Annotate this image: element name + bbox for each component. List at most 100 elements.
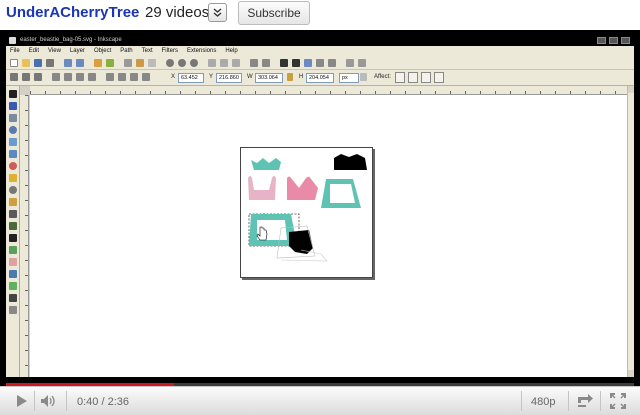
- text-font-icon: [292, 59, 300, 67]
- horizontal-ruler: [30, 86, 627, 95]
- xml-editor-icon: [304, 59, 312, 67]
- play-button[interactable]: [10, 391, 32, 411]
- video-frame[interactable]: easter_beastie_bag-05.svg - Inkscape Fil…: [6, 35, 634, 377]
- document-page: [240, 147, 373, 278]
- new-document-icon: [10, 59, 18, 67]
- popout-arrows-icon: [578, 394, 593, 407]
- controls-divider: [34, 391, 35, 411]
- raise-icon: [118, 73, 126, 81]
- unit-select: px: [339, 73, 359, 83]
- calligraphy-tool-icon: [9, 222, 17, 230]
- quality-button[interactable]: 480p: [531, 396, 555, 408]
- inkscape-app-icon: [9, 37, 16, 44]
- subscribe-button[interactable]: Subscribe: [238, 1, 310, 25]
- affect-label: Affect:: [374, 74, 391, 80]
- print-icon: [46, 59, 54, 67]
- player-controls: 0:40 / 2:36 480p: [0, 386, 640, 415]
- menu-edit: Edit: [28, 48, 40, 54]
- document-properties-icon: [358, 59, 366, 67]
- scroll-down-icon: [628, 370, 634, 377]
- lock-ratio-icon: [287, 73, 293, 81]
- teal-bag-outline-shape: [321, 179, 361, 208]
- controls-divider: [521, 391, 522, 411]
- pen-tool-icon: [9, 210, 17, 218]
- speaker-icon: [41, 395, 55, 407]
- paint-bucket-tool-icon: [9, 270, 17, 278]
- duration: 2:36: [107, 396, 130, 408]
- black-crown-shape: [334, 154, 367, 170]
- flip-horizontal-icon: [76, 73, 84, 81]
- save-icon: [34, 59, 42, 67]
- light-pink-bag-shape: [248, 176, 276, 200]
- rotate-cw-icon: [64, 73, 72, 81]
- menu-view: View: [48, 48, 61, 54]
- channel-name-link[interactable]: UnderACherryTree: [6, 4, 139, 21]
- menu-filters: Filters: [161, 48, 178, 54]
- x-field: 63.452: [178, 73, 204, 83]
- maximize-icon: [609, 37, 618, 44]
- node-tool-icon: [9, 102, 17, 110]
- fullscreen-icon: [610, 393, 626, 409]
- zoom-selection-icon: [166, 59, 174, 67]
- y-label: Y: [209, 74, 214, 80]
- group-icon: [250, 59, 258, 67]
- unit-dropdown-icon: [360, 73, 367, 81]
- ungroup-icon: [262, 59, 270, 67]
- inkscape-titlebar: easter_beastie_bag-05.svg - Inkscape: [6, 35, 634, 46]
- rotate-ccw-icon: [52, 73, 60, 81]
- h-label: H: [299, 74, 304, 80]
- text-tool-icon: [9, 234, 17, 242]
- gradient-tool-icon: [9, 282, 17, 290]
- duplicate-icon: [208, 59, 216, 67]
- align-distribute-icon: [316, 59, 324, 67]
- volume-button[interactable]: [38, 391, 60, 411]
- preferences-icon: [346, 59, 354, 67]
- transform-icon: [328, 59, 336, 67]
- x-label: X: [171, 74, 176, 80]
- teal-crown-shape: [251, 158, 281, 170]
- inkscape-tool-controls-bar: X 63.452 Y 216.860 W 303.064 H 204.054 p…: [6, 70, 634, 86]
- inkscape-toolbox: [6, 86, 20, 377]
- connector-tool-icon: [9, 306, 17, 314]
- current-time: 0:40: [77, 396, 99, 408]
- affect-patterns-icon: [434, 72, 444, 83]
- zoom-page-icon: [190, 59, 198, 67]
- canvas-scrollbar: [627, 86, 634, 377]
- menu-object: Object: [93, 48, 112, 54]
- video-player[interactable]: easter_beastie_bag-05.svg - Inkscape Fil…: [0, 30, 640, 415]
- fullscreen-button[interactable]: [607, 391, 629, 411]
- inkscape-menubar: File Edit View Layer Object Path Text Fi…: [6, 46, 634, 56]
- inkscape-commands-bar: [6, 56, 634, 70]
- fill-stroke-icon: [280, 59, 288, 67]
- spiral-tool-icon: [9, 186, 17, 194]
- open-icon: [22, 59, 30, 67]
- affect-corners-icon: [408, 72, 418, 83]
- menu-extensions: Extensions: [186, 48, 217, 54]
- video-count[interactable]: 29 videos: [145, 4, 209, 21]
- ellipse-tool-icon: [9, 162, 17, 170]
- popout-button[interactable]: [574, 391, 596, 411]
- minimize-icon: [597, 37, 606, 44]
- paste-icon: [148, 59, 156, 67]
- export-icon: [76, 59, 84, 67]
- expand-channel-button[interactable]: [208, 3, 227, 22]
- copy-icon: [124, 59, 132, 67]
- tweak-tool-icon: [9, 114, 17, 122]
- bag-artwork: [248, 154, 367, 262]
- eraser-tool-icon: [9, 258, 17, 266]
- star-tool-icon: [9, 174, 17, 182]
- menu-text: Text: [141, 48, 153, 54]
- redo-icon: [106, 59, 114, 67]
- controls-divider: [66, 391, 67, 411]
- 3d-box-tool-icon: [9, 150, 17, 158]
- undo-icon: [94, 59, 102, 67]
- play-icon: [17, 395, 27, 407]
- menu-layer: Layer: [69, 48, 85, 54]
- menu-file: File: [10, 48, 20, 54]
- import-icon: [64, 59, 72, 67]
- pink-bag-shape: [287, 176, 318, 200]
- raise-top-icon: [106, 73, 114, 81]
- controls-divider: [568, 391, 569, 411]
- w-field: 303.064: [255, 73, 283, 83]
- dropper-tool-icon: [9, 294, 17, 302]
